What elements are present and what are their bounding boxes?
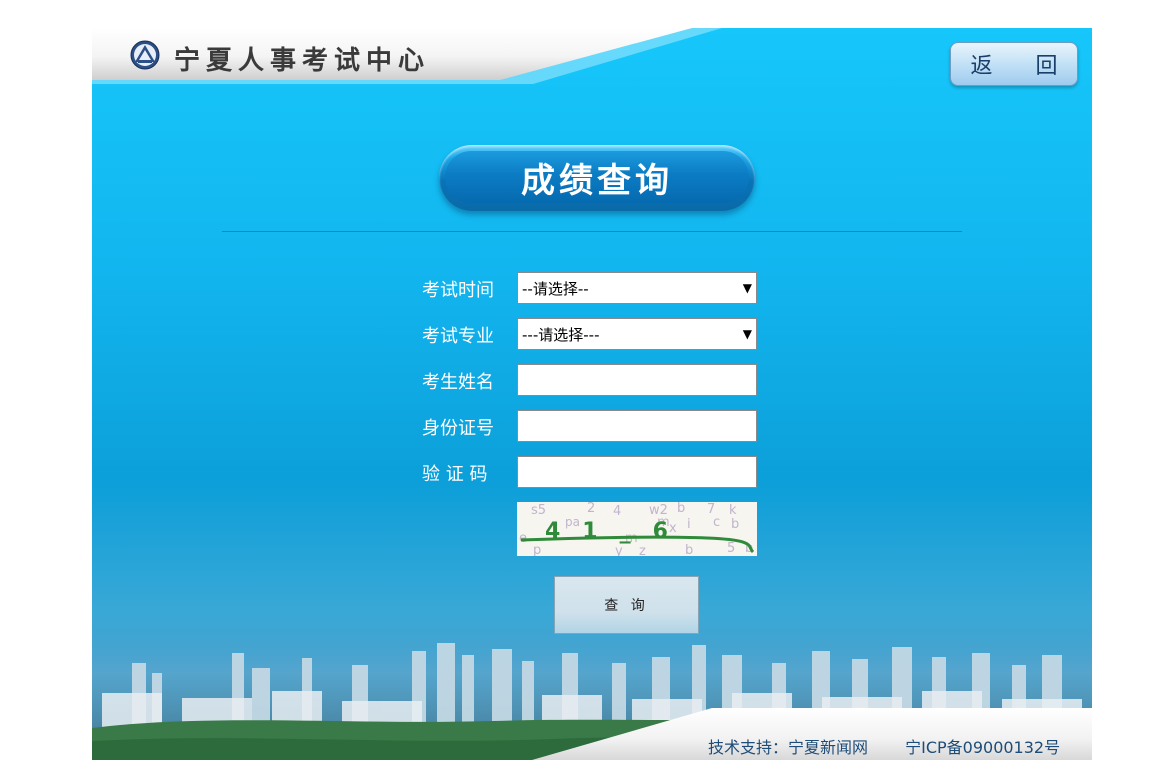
candidate-name-label: 考生姓名 (422, 372, 494, 393)
back-button[interactable]: 返 回 (950, 42, 1078, 86)
form-row-exam-time: 考试时间 --请选择-- ▼ (422, 272, 762, 304)
svg-text:2: 2 (587, 502, 595, 516)
chevron-down-icon: ▼ (742, 327, 752, 341)
exam-time-label: 考试时间 (422, 280, 494, 301)
footer-support: 技术支持：宁夏新闻网 (708, 738, 869, 757)
exam-major-label: 考试专业 (422, 326, 494, 347)
exam-major-value: ---请选择--- (522, 325, 600, 344)
candidate-name-input[interactable] (517, 364, 757, 396)
footer-icp: 宁ICP备09000132号 (905, 738, 1061, 757)
id-number-input[interactable] (517, 410, 757, 442)
svg-text:b: b (677, 502, 685, 516)
captcha-input[interactable] (517, 456, 757, 488)
exam-time-value: --请选择-- (522, 279, 589, 298)
svg-text:y: y (615, 544, 623, 556)
form-row-id: 身份证号 (422, 410, 762, 442)
chevron-down-icon: ▼ (742, 281, 752, 295)
svg-text:b: b (731, 517, 739, 532)
svg-text:z: z (639, 544, 646, 556)
form-row-name: 考生姓名 (422, 364, 762, 396)
captcha-text: 41_6 (545, 519, 690, 544)
id-number-label: 身份证号 (422, 418, 494, 439)
svg-text:4: 4 (613, 504, 621, 519)
ntpa-emblem-icon (130, 40, 160, 70)
svg-text:c: c (713, 515, 720, 530)
svg-text:b: b (685, 543, 693, 556)
site-title: 宁夏人事考试中心 (174, 46, 431, 76)
svg-text:5: 5 (727, 541, 735, 556)
page-title: 成绩查询 (445, 151, 749, 203)
divider (222, 231, 962, 232)
main-panel: 宁夏人事考试中心 返 回 成绩查询 考试时间 --请选择-- ▼ 考试专业 --… (92, 28, 1092, 760)
exam-major-select[interactable]: ---请选择--- ▼ (517, 318, 757, 350)
svg-text:k: k (729, 503, 737, 518)
form-row-captcha: 验 证 码 (422, 456, 762, 488)
page-title-pill: 成绩查询 (439, 145, 755, 211)
footer-text: 技术支持：宁夏新闻网 宁ICP备09000132号 (708, 734, 1092, 758)
exam-time-select[interactable]: --请选择-- ▼ (517, 272, 757, 304)
captcha-image[interactable]: s5 2 4 w2 b 7 k pa m i cb e mx pyz b5b 41_6 (517, 502, 757, 556)
svg-text:p: p (533, 543, 541, 556)
form-row-exam-major: 考试专业 ---请选择--- ▼ (422, 318, 762, 350)
svg-text:s5: s5 (531, 503, 546, 518)
captcha-label: 验 证 码 (422, 464, 488, 485)
